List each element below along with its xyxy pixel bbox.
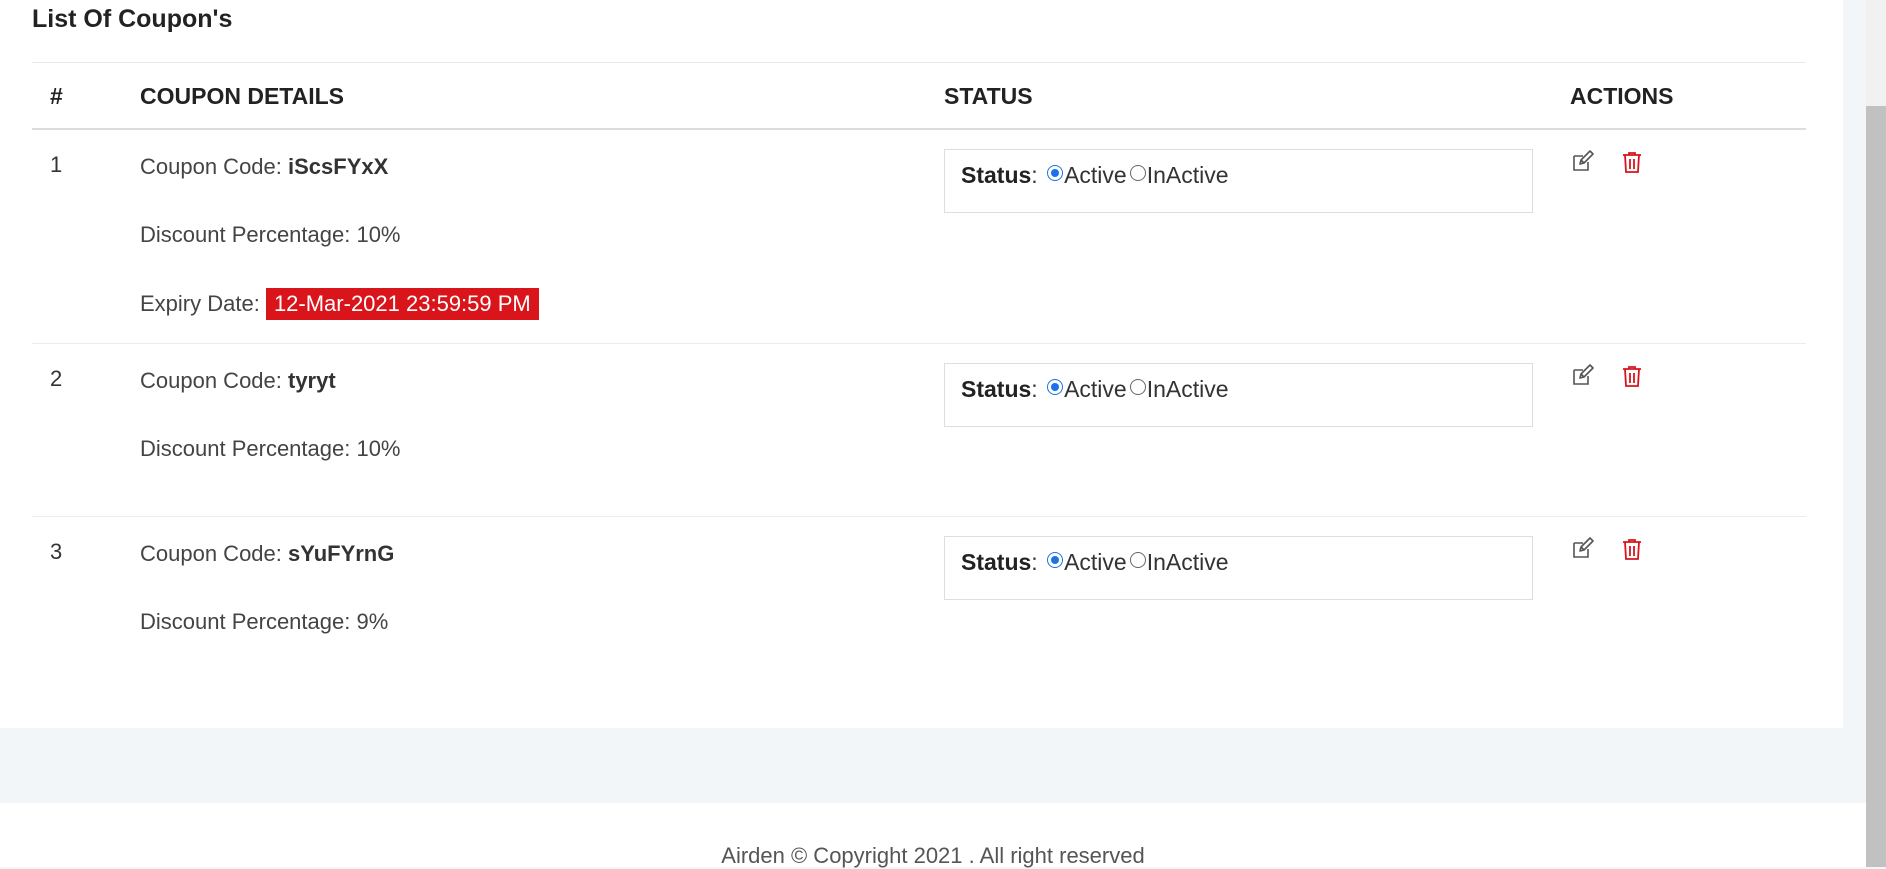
coupon-code-label: Coupon Code:	[140, 541, 288, 566]
table-header: # COUPON DETAILS STATUS ACTIONS	[32, 62, 1806, 130]
coupon-code-line: Coupon Code: sYuFYrnG	[140, 539, 394, 607]
expiry-date-badge: 12-Mar-2021 23:59:59 PM	[265, 288, 539, 320]
header-status: STATUS	[944, 83, 1033, 109]
status-inactive-label[interactable]: InActive	[1147, 162, 1229, 188]
row-number: 2	[50, 366, 63, 391]
trash-icon[interactable]	[1620, 537, 1644, 561]
row-number: 1	[50, 152, 63, 177]
edit-icon[interactable]	[1570, 364, 1594, 388]
scrollbar-thumb[interactable]	[1866, 106, 1886, 867]
coupon-code-label: Coupon Code:	[140, 368, 288, 393]
header-number: #	[50, 83, 63, 109]
status-active-label[interactable]: Active	[1064, 162, 1127, 188]
table-row: 1 Coupon Code: iScsFYxX Discount Percent…	[32, 130, 1806, 344]
status-active-label[interactable]: Active	[1064, 376, 1127, 402]
coupon-code-line: Coupon Code: iScsFYxX	[140, 152, 539, 220]
coupon-details: Coupon Code: tyryt Discount Percentage: …	[140, 366, 401, 502]
discount-percentage: Discount Percentage: 10%	[140, 222, 401, 247]
table-row: 2 Coupon Code: tyryt Discount Percentage…	[32, 344, 1806, 517]
header-actions: ACTIONS	[1570, 83, 1674, 109]
status-box: Status: Active InActive	[944, 536, 1533, 600]
status-label: Status	[961, 376, 1032, 402]
coupon-code-label: Coupon Code:	[140, 154, 288, 179]
trash-icon[interactable]	[1620, 150, 1644, 174]
status-box: Status: Active InActive	[944, 363, 1533, 427]
coupon-code-value: sYuFYrnG	[288, 541, 395, 566]
status-label: Status	[961, 549, 1032, 575]
status-inactive-radio[interactable]	[1129, 165, 1146, 181]
row-number: 3	[50, 539, 63, 564]
status-inactive-label[interactable]: InActive	[1147, 376, 1229, 402]
header-coupon-details: COUPON DETAILS	[140, 83, 345, 109]
discount-percentage: Discount Percentage: 9%	[140, 609, 389, 634]
status-label: Status	[961, 162, 1032, 188]
edit-icon[interactable]	[1570, 150, 1594, 174]
coupon-list-card: List Of Coupon's # COUPON DETAILS STATUS…	[0, 0, 1843, 728]
discount-percentage: Discount Percentage: 10%	[140, 436, 401, 461]
footer-copyright: Airden © Copyright 2021 . All right rese…	[721, 843, 1145, 868]
status-active-radio[interactable]	[1047, 552, 1064, 568]
trash-icon[interactable]	[1620, 364, 1644, 388]
coupon-details: Coupon Code: iScsFYxX Discount Percentag…	[140, 152, 539, 356]
status-separator: :	[1031, 549, 1038, 575]
coupon-code-value: iScsFYxX	[288, 154, 389, 179]
edit-icon[interactable]	[1570, 537, 1594, 561]
table-row: 3 Coupon Code: sYuFYrnG Discount Percent…	[32, 517, 1806, 687]
expiry-date-label: Expiry Date:	[140, 291, 266, 316]
status-separator: :	[1031, 376, 1038, 402]
page-title: List Of Coupon's	[32, 5, 233, 33]
coupon-details: Coupon Code: sYuFYrnG Discount Percentag…	[140, 539, 394, 675]
coupon-code-value: tyryt	[288, 368, 336, 393]
status-box: Status: Active InActive	[944, 149, 1533, 213]
status-active-radio[interactable]	[1047, 165, 1064, 181]
coupon-code-line: Coupon Code: tyryt	[140, 366, 401, 434]
coupon-table: # COUPON DETAILS STATUS ACTIONS 1 Coupon…	[32, 62, 1806, 687]
status-inactive-radio[interactable]	[1129, 379, 1146, 395]
status-inactive-label[interactable]: InActive	[1147, 549, 1229, 575]
status-separator: :	[1031, 162, 1038, 188]
status-active-label[interactable]: Active	[1064, 549, 1127, 575]
status-inactive-radio[interactable]	[1129, 552, 1146, 568]
status-active-radio[interactable]	[1047, 379, 1064, 395]
